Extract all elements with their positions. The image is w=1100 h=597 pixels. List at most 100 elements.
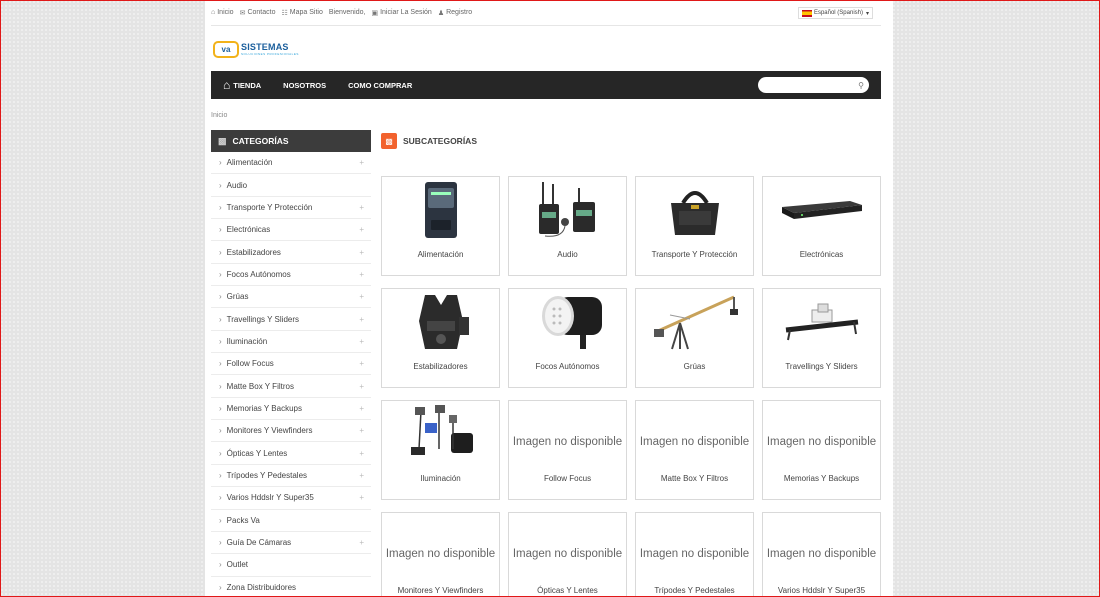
sidebar-item[interactable]: › Electrónicas + [211,219,371,242]
chevron-right-icon: › [219,560,222,570]
card-label[interactable]: Iluminación [382,474,499,483]
rack-image[interactable] [763,177,880,243]
card-label[interactable]: Monitores Y Viewfinders [382,586,499,595]
plus-icon[interactable]: + [359,471,364,480]
subcategory-card[interactable]: Estabilizadores [381,288,500,388]
site-logo[interactable]: va SISTEMAS SOLUCIONES PROFESIONALES [213,38,299,60]
nav-como-comprar[interactable]: COMO COMPRAR [348,81,412,90]
sidebar-item[interactable]: › Memorias Y Backups + [211,398,371,421]
card-label[interactable]: Grúas [636,362,753,371]
nav-tienda[interactable]: ⌂ TIENDA [223,79,261,91]
sidebar-item[interactable]: › Monitores Y Viewfinders + [211,420,371,443]
plus-icon[interactable]: + [359,158,364,167]
card-label[interactable]: Matte Box Y Filtros [636,474,753,483]
crane-image[interactable] [636,289,753,355]
subcategory-card[interactable]: Electrónicas [762,176,881,276]
plus-icon[interactable]: + [359,248,364,257]
sidebar-item-label: Outlet [226,560,249,570]
sidebar-item[interactable]: › Varios Hddslr Y Super35 + [211,487,371,510]
subcategory-card[interactable]: Imagen no disponible Varios Hddslr Y Supe… [762,512,881,597]
sidebar-item[interactable]: › Trípodes Y Pedestales + [211,465,371,488]
subcategory-card[interactable]: Imagen no disponible Monitores Y Viewfind… [381,512,500,597]
link-contacto[interactable]: ✉ Contacto [240,9,276,17]
subcategory-card[interactable]: Audio [508,176,627,276]
audio-image[interactable] [509,177,626,243]
card-label[interactable]: Alimentación [382,250,499,259]
subcategory-card[interactable]: Focos Autónomos [508,288,627,388]
sidebar-item-label: Varios Hddslr Y Super35 [226,493,314,503]
lights-image[interactable] [382,401,499,467]
language-selector[interactable]: Español (Spanish) ▾ [797,7,873,19]
plus-icon[interactable]: + [359,493,364,502]
sidebar-item[interactable]: › Matte Box Y Filtros + [211,375,371,398]
sidebar-item[interactable]: › Guía De Cámaras + [211,532,371,555]
sidebar-item[interactable]: › Iluminación + [211,331,371,354]
card-label[interactable]: Memorias Y Backups [763,474,880,483]
plus-icon[interactable]: + [359,203,364,212]
subcategory-card[interactable]: Grúas [635,288,754,388]
chevron-right-icon: › [219,336,222,346]
plus-icon[interactable]: + [359,404,364,413]
bar-chart-icon: ▩ [381,133,397,149]
sidebar-item[interactable]: › Estabilizadores + [211,241,371,264]
link-mapa-sitio[interactable]: ☷ Mapa Sitio [281,9,322,17]
vest-image[interactable] [382,289,499,355]
plus-icon[interactable]: + [359,337,364,346]
card-label[interactable]: Electrónicas [763,250,880,259]
card-label[interactable]: Estabilizadores [382,362,499,371]
card-label[interactable]: Transporte Y Protección [636,250,753,259]
sidebar-item[interactable]: › Focos Autónomos + [211,264,371,287]
sidebar-item[interactable]: › Grúas + [211,286,371,309]
plus-icon[interactable]: + [359,225,364,234]
card-label[interactable]: Focos Autónomos [509,362,626,371]
plus-icon[interactable]: + [359,449,364,458]
subcategory-card[interactable]: Imagen no disponible Memorias Y Backups [762,400,881,500]
subcategory-card[interactable]: Travellings Y Sliders [762,288,881,388]
link-inicio[interactable]: ⌂ Inicio [211,9,234,16]
sidebar-item[interactable]: › Follow Focus + [211,353,371,376]
plus-icon[interactable]: + [359,538,364,547]
sidebar-item[interactable]: › Zona Distribuidores [211,577,371,597]
plus-icon[interactable]: + [359,426,364,435]
subcategory-card[interactable]: Iluminación [381,400,500,500]
plus-icon[interactable]: + [359,270,364,279]
sidebar-item[interactable]: › Outlet [211,554,371,577]
main-nav: ⌂ TIENDA NOSOTROS COMO COMPRAR ⚲ [211,71,881,99]
plus-icon[interactable]: + [359,292,364,301]
sidebar-item[interactable]: › Audio [211,174,371,197]
no-image-placeholder: Imagen no disponible [385,547,496,560]
link-registro[interactable]: ♟ Registro [438,9,472,17]
plus-icon[interactable]: + [359,359,364,368]
sidebar-item[interactable]: › Alimentación + [211,152,371,175]
plus-icon[interactable]: + [359,315,364,324]
chevron-right-icon: › [219,582,222,592]
card-label[interactable]: Travellings Y Sliders [763,362,880,371]
card-label[interactable]: Ópticas Y Lentes [509,586,626,595]
subcategory-card[interactable]: Alimentación [381,176,500,276]
slider-image[interactable] [763,289,880,355]
sidebar-item[interactable]: › Travellings Y Sliders + [211,308,371,331]
sidebar-item[interactable]: › Ópticas Y Lentes + [211,442,371,465]
battery-image[interactable] [382,177,499,243]
subcategory-card[interactable]: Imagen no disponible Trípodes Y Pedestale… [635,512,754,597]
sidebar-item[interactable]: › Packs Va [211,510,371,532]
subcategory-card[interactable]: Imagen no disponible Matte Box Y Filtros [635,400,754,500]
chevron-right-icon: › [219,381,222,391]
card-label[interactable]: Varios Hddslr Y Super35 [763,586,880,595]
breadcrumb[interactable]: Inicio [211,112,227,119]
plus-icon[interactable]: + [359,382,364,391]
subcategory-card[interactable]: Transporte Y Protección [635,176,754,276]
nav-nosotros[interactable]: NOSOTROS [283,81,326,90]
sidebar-item[interactable]: › Transporte Y Protección + [211,197,371,220]
card-label[interactable]: Audio [509,250,626,259]
card-label[interactable]: Trípodes Y Pedestales [636,586,753,595]
bag-image[interactable] [636,177,753,243]
subcategory-card[interactable]: Imagen no disponible Ópticas Y Lentes [508,512,627,597]
search-box: ⚲ [758,77,869,93]
link-login[interactable]: ▣ Iniciar La Sesión [371,9,431,17]
card-label[interactable]: Follow Focus [509,474,626,483]
led-image[interactable] [509,289,626,355]
subcategory-card[interactable]: Imagen no disponible Follow Focus [508,400,627,500]
search-icon[interactable]: ⚲ [858,81,864,90]
search-input[interactable] [764,79,854,91]
